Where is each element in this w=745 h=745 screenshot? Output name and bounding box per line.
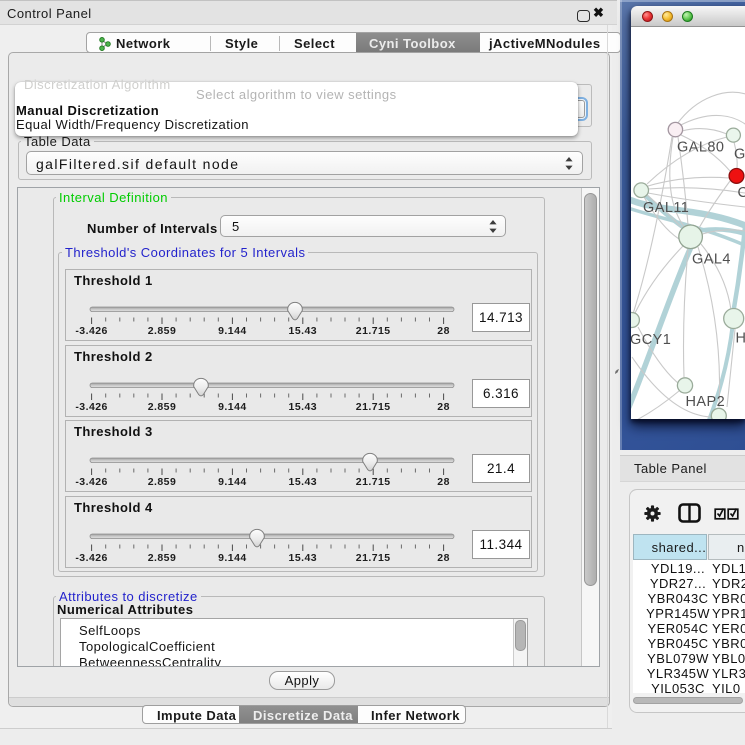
svg-text:28: 28	[437, 325, 450, 337]
svg-text:21.715: 21.715	[356, 552, 391, 564]
svg-text:2.859: 2.859	[148, 325, 177, 337]
svg-text:9.144: 9.144	[218, 401, 247, 413]
svg-text:HAP2: HAP2	[686, 394, 726, 410]
svg-text:21.4: 21.4	[487, 461, 515, 476]
svg-text:2.859: 2.859	[148, 476, 177, 488]
svg-text:G: G	[734, 147, 745, 163]
svg-text:28: 28	[437, 552, 450, 564]
svg-text:21.715: 21.715	[356, 401, 391, 413]
svg-text:9.144: 9.144	[218, 552, 247, 564]
svg-text:14.713: 14.713	[479, 310, 523, 325]
svg-text:GAL4: GAL4	[692, 252, 731, 268]
svg-text:15.43: 15.43	[289, 325, 318, 337]
svg-text:28: 28	[437, 401, 450, 413]
svg-text:Threshold 3: Threshold 3	[74, 424, 153, 439]
svg-text:2.859: 2.859	[148, 552, 177, 564]
svg-text:-3.426: -3.426	[75, 401, 107, 413]
svg-text:6.316: 6.316	[483, 386, 519, 401]
svg-text:28: 28	[437, 476, 450, 488]
svg-text:9.144: 9.144	[218, 476, 247, 488]
svg-text:11.344: 11.344	[480, 537, 523, 552]
svg-text:-3.426: -3.426	[75, 552, 107, 564]
svg-text:9.144: 9.144	[218, 325, 247, 337]
svg-text:Threshold 2: Threshold 2	[74, 349, 153, 364]
svg-text:GAL80: GAL80	[677, 140, 724, 156]
svg-text:-3.426: -3.426	[75, 325, 107, 337]
svg-text:GAL11: GAL11	[643, 200, 689, 216]
svg-text:Threshold 4: Threshold 4	[74, 500, 153, 515]
svg-text:C: C	[738, 185, 745, 201]
svg-text:2.859: 2.859	[148, 401, 177, 413]
svg-text:GCY1: GCY1	[631, 332, 671, 348]
svg-text:21.715: 21.715	[356, 325, 391, 337]
svg-text:15.43: 15.43	[289, 401, 318, 413]
svg-text:15.43: 15.43	[289, 552, 318, 564]
svg-text:-3.426: -3.426	[75, 476, 107, 488]
svg-text:15.43: 15.43	[289, 476, 318, 488]
svg-text:H: H	[736, 331, 745, 347]
svg-text:Threshold 1: Threshold 1	[74, 273, 153, 288]
svg-text:21.715: 21.715	[356, 476, 391, 488]
